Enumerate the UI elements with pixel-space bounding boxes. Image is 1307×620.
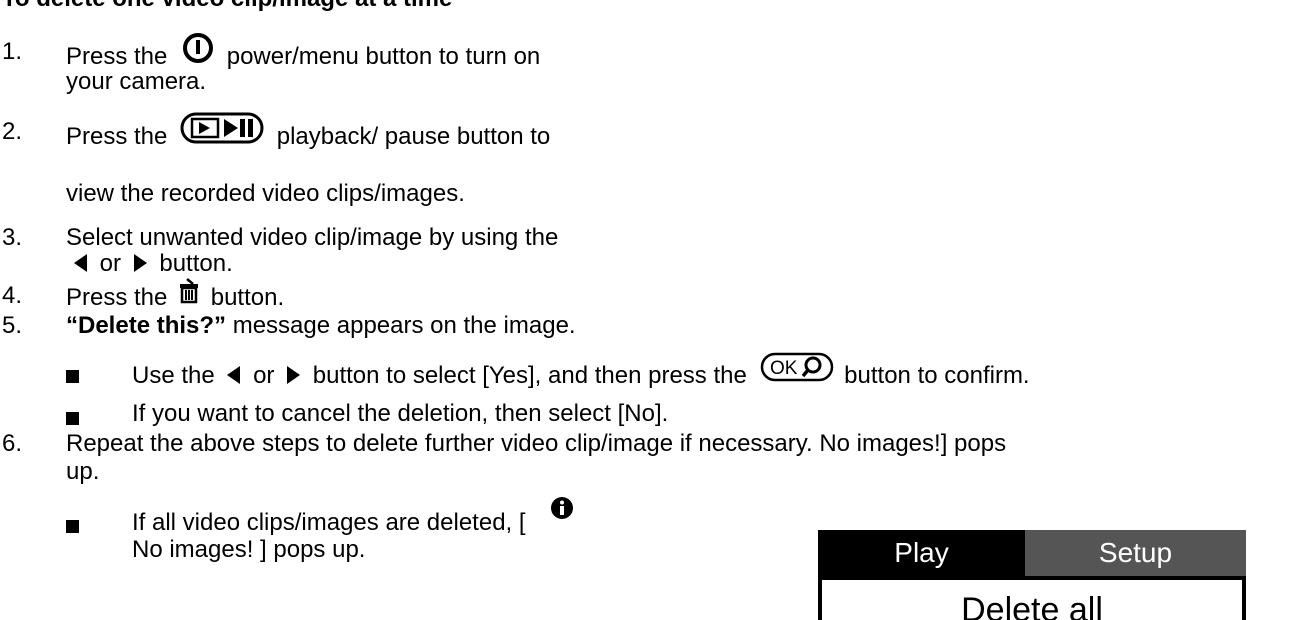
bullet-text: If all video clips/images are deleted, [ [132,508,526,536]
tab-setup: Setup [1025,530,1246,576]
step-text: Press the [66,122,168,150]
step-number: 4. [2,282,23,309]
left-arrow-icon [74,253,87,272]
step-text: Press the [66,42,168,70]
step-number: 6. [2,430,23,457]
bullet-text: button to select [Yes], and then press t… [312,361,747,389]
step-3-line-2: or button. [74,250,233,278]
step-2-line-2: view the recorded video clips/images. [66,180,465,207]
step-3-line-1: Select unwanted video clip/image by usin… [66,224,559,251]
step-5-line: “Delete this?” message appears on the im… [66,312,576,340]
step-bold-text: “Delete this?” [66,312,227,339]
power-icon [182,32,214,71]
step-text: message appears on the image. [226,312,576,339]
step-text: playback/ pause button to [276,122,551,150]
step-text: or [99,250,122,277]
step-text: button. [210,283,285,311]
step-number: 5. [2,312,23,339]
svg-text:OK: OK [770,358,798,379]
step-2-line-1: Press the playback/ pause button to [66,112,551,157]
right-arrow-icon [287,365,301,384]
bullet-5-2: If you want to cancel the deletion, then… [132,400,669,427]
bullet-text: button to confirm. [844,361,1030,389]
step-1-line-2: your camera. [66,68,207,95]
tab-play: Play [818,530,1025,576]
step-text: button. [159,250,233,277]
bullet-icon [66,512,79,540]
bullet-text: Use the [132,361,215,389]
step-6-line-2: up. [66,458,100,485]
menu-body: Delete all [818,576,1246,620]
step-text: power/menu button to turn on [226,42,541,70]
step-text: Press the [66,283,168,311]
step-4-line: Press the button. [66,278,285,315]
step-number: 2. [2,118,23,145]
bullet-5-1: Use the or button to select [Yes], and t… [132,352,1030,395]
playback-pause-icon [180,112,264,151]
camera-menu-screenshot: Play Setup Delete all [818,530,1246,620]
step-number: 1. [2,38,23,65]
trash-icon [178,278,200,311]
bullet-icon [66,362,79,390]
left-arrow-icon [227,365,241,384]
menu-item-delete-all: Delete all [961,591,1103,620]
ok-zoom-icon: OK [760,352,834,389]
bullet-icon [66,404,79,432]
right-arrow-icon [133,253,147,272]
bullet-6-line-2: No images! ] pops up. [132,536,366,563]
bullet-6-line-1: If all video clips/images are deleted, [ [132,497,574,539]
info-icon [550,496,574,527]
step-6-line-1: Repeat the above steps to delete further… [66,430,1007,457]
step-number: 3. [2,224,23,251]
bullet-text: or [253,361,275,389]
section-heading: To delete one video clip/image at a time [2,0,452,13]
